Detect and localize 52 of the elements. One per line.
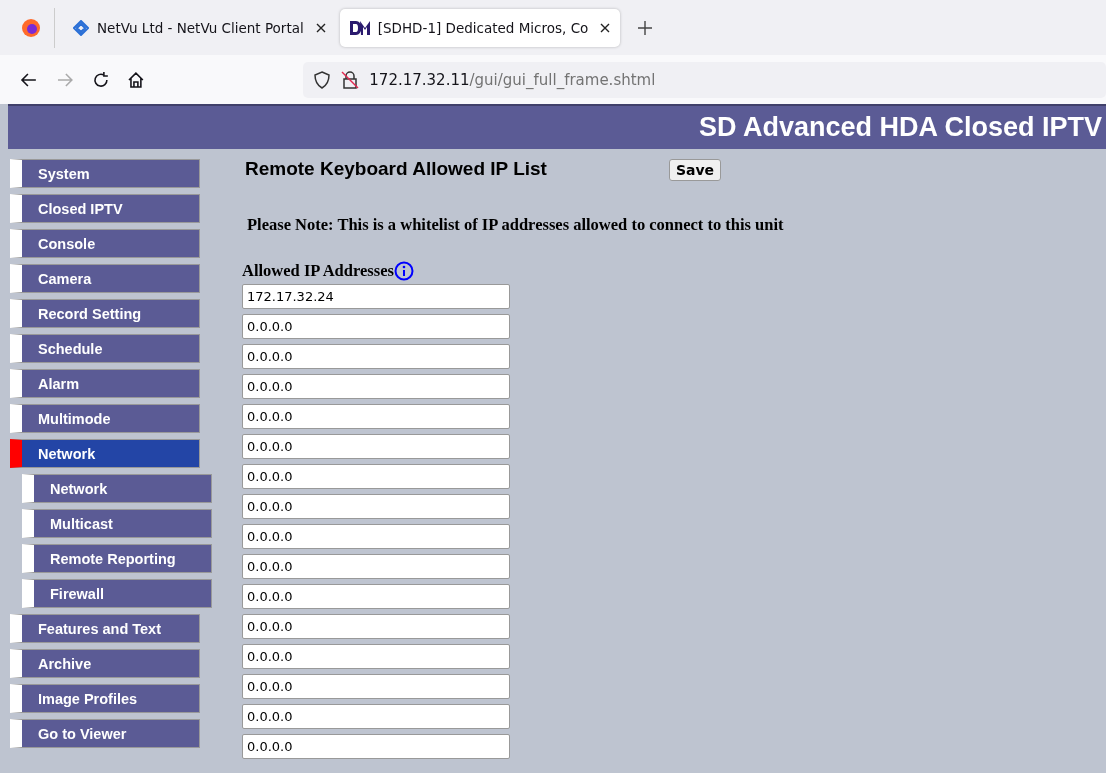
shield-icon[interactable]	[313, 70, 332, 89]
sidebar-item[interactable]: Network	[22, 474, 212, 503]
sidebar-item[interactable]: Camera	[10, 264, 200, 293]
sidebar-item[interactable]: Schedule	[10, 334, 200, 363]
sidebar-item[interactable]: Alarm	[10, 369, 200, 398]
ip-address-field[interactable]: 0.0.0.0	[242, 524, 510, 549]
sidebar-item[interactable]: Closed IPTV	[10, 194, 200, 223]
sidebar-item[interactable]: Firewall	[22, 579, 212, 608]
sidebar-item[interactable]: System	[10, 159, 200, 188]
note-text: Please Note: This is a whitelist of IP addresses allowed to connect to this unit	[247, 215, 784, 235]
browser-tab[interactable]: NetVu Ltd - NetVu Client Portal	[63, 8, 336, 47]
diamond-logo-icon	[73, 19, 89, 36]
browser-tab[interactable]: [SDHD-1] Dedicated Micros, Co	[339, 8, 621, 47]
reload-icon[interactable]	[91, 70, 110, 89]
save-button[interactable]: Save	[668, 159, 722, 181]
ip-address-field[interactable]: 0.0.0.0	[242, 464, 510, 489]
dm-logo-icon	[349, 20, 370, 35]
ip-address-field[interactable]: 0.0.0.0	[242, 554, 510, 579]
sidebar-item[interactable]: Record Setting	[10, 299, 200, 328]
sidebar-item[interactable]: Remote Reporting	[22, 544, 212, 573]
sidebar-item[interactable]: Console	[10, 229, 200, 258]
info-icon[interactable]	[393, 261, 414, 281]
ip-address-field[interactable]: 0.0.0.0	[242, 434, 510, 459]
sidebar-item[interactable]: Go to Viewer	[10, 719, 200, 748]
home-icon[interactable]	[127, 70, 146, 89]
ip-address-field[interactable]: 0.0.0.0	[242, 404, 510, 429]
insecure-lock-icon[interactable]	[341, 70, 360, 89]
ip-address-field[interactable]: 172.17.32.24	[242, 284, 510, 309]
field-label: Allowed IP Addresses	[242, 261, 394, 281]
sidebar-item[interactable]: Multimode	[10, 404, 200, 433]
ip-address-field[interactable]: 0.0.0.0	[242, 644, 510, 669]
sidebar-item[interactable]: Archive	[10, 649, 200, 678]
ip-address-field[interactable]: 0.0.0.0	[242, 734, 510, 759]
browser-logo-icon[interactable]	[21, 17, 41, 38]
ip-address-field[interactable]: 0.0.0.0	[242, 344, 510, 369]
ip-address-field[interactable]: 0.0.0.0	[242, 584, 510, 609]
sidebar-item[interactable]: Multicast	[22, 509, 212, 538]
sidebar-item[interactable]: Network	[10, 439, 200, 468]
ip-address-field[interactable]: 0.0.0.0	[242, 704, 510, 729]
address-field[interactable]: 172.17.32.11/gui/gui_full_frame.shtml	[369, 70, 656, 89]
page-title: Remote Keyboard Allowed IP List	[245, 158, 547, 180]
ip-address-field[interactable]: 0.0.0.0	[242, 614, 510, 639]
ip-address-field[interactable]: 0.0.0.0	[242, 314, 510, 339]
close-icon[interactable]	[315, 22, 326, 33]
sidebar-item[interactable]: Features and Text	[10, 614, 200, 643]
page-banner-title: SD Advanced HDA Closed IPTV	[698, 112, 1102, 143]
ip-address-field[interactable]: 0.0.0.0	[242, 494, 510, 519]
new-tab-icon[interactable]	[638, 20, 653, 35]
ip-address-field[interactable]: 0.0.0.0	[242, 374, 510, 399]
close-icon[interactable]	[600, 22, 611, 33]
sidebar-item[interactable]: Image Profiles	[10, 684, 200, 713]
ip-address-field[interactable]: 0.0.0.0	[242, 674, 510, 699]
